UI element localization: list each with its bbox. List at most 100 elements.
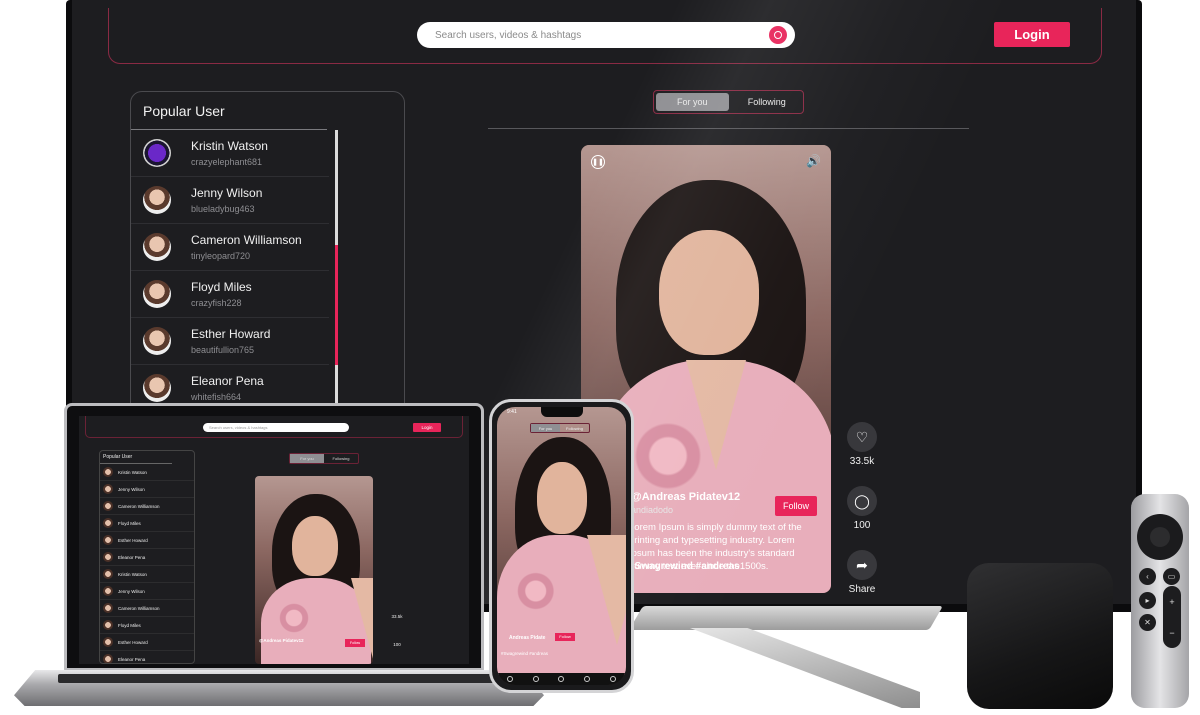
remote-clickpad[interactable]: [1137, 514, 1183, 560]
device-mockup-stage: Search users, videos & hashtags Login Po…: [0, 0, 1200, 715]
laptop-user-item[interactable]: Eleanor Pena: [100, 651, 194, 663]
like-action[interactable]: ♡ 33.5k: [844, 422, 880, 467]
pause-icon[interactable]: ❚❚: [591, 155, 605, 169]
phone-video-username[interactable]: Andreas Pidate: [509, 635, 545, 641]
share-label: Share: [848, 584, 876, 595]
user-list-item[interactable]: Floyd Miles crazyfish228: [131, 271, 329, 318]
avatar: [103, 501, 113, 511]
laptop-user-item[interactable]: Jenny Wilson: [100, 481, 194, 498]
user-list-item[interactable]: Esther Howard beautifullion765: [131, 318, 329, 365]
laptop-search-input[interactable]: Search users, videos & hashtags: [203, 423, 349, 432]
discover-icon[interactable]: [532, 676, 539, 682]
panel-title: Popular User: [143, 103, 225, 119]
user-name: Esther Howard: [191, 327, 271, 341]
laptop-video-username[interactable]: @Andreas Pidatev12: [259, 638, 304, 643]
laptop-follow-button[interactable]: Follow: [345, 639, 365, 647]
tab-for-you[interactable]: For you: [656, 93, 729, 111]
user-list-item[interactable]: Kristin Watson crazyelephant681: [131, 130, 329, 177]
avatar: [143, 374, 171, 402]
user-name: Cameron Williamson: [191, 233, 302, 247]
laptop-user-name: Floyd Miles: [118, 520, 141, 526]
avatar: [103, 552, 113, 562]
heart-icon[interactable]: ♡: [847, 422, 877, 452]
avatar: [143, 327, 171, 355]
search-bar[interactable]: Search users, videos & hashtags: [417, 22, 795, 48]
avatar: [143, 186, 171, 214]
user-handle: beautifullion765: [191, 345, 255, 355]
laptop-user-item[interactable]: Floyd Miles: [100, 617, 194, 634]
phone-tab-for-you[interactable]: For you: [531, 424, 560, 432]
avatar: [143, 139, 171, 167]
laptop-tab-for-you[interactable]: For you: [290, 454, 324, 463]
notification-icon[interactable]: [584, 676, 591, 682]
video-hashtags[interactable]: #Swagrewind #andreas: [629, 561, 740, 572]
laptop-user-name: Eleanor Pena: [118, 554, 146, 560]
laptop-user-item[interactable]: Cameron Williamson: [100, 600, 194, 617]
search-input[interactable]: Search users, videos & hashtags: [435, 30, 769, 41]
user-list-item[interactable]: Cameron Williamson tinyleopard720: [131, 224, 329, 271]
laptop-user-name: Kristin Watson: [118, 469, 147, 475]
tab-following[interactable]: Following: [731, 91, 804, 113]
laptop-user-name: Esther Howard: [118, 639, 148, 645]
avatar: [103, 518, 113, 528]
laptop-user-name: Jenny Wilson: [118, 588, 145, 594]
login-button[interactable]: Login: [994, 22, 1070, 47]
laptop-display: Search users, videos & hashtags Login Po…: [64, 403, 484, 671]
video-username[interactable]: @Andreas Pidatev12: [631, 491, 740, 503]
phone-video-hashtags[interactable]: #Swagrewind #andreas: [501, 651, 548, 656]
status-time: 9:41: [507, 409, 517, 415]
user-handle: whitefish664: [191, 392, 242, 402]
profile-icon[interactable]: [610, 676, 617, 682]
volume-rocker[interactable]: + −: [1163, 586, 1181, 648]
laptop-user-item[interactable]: Esther Howard: [100, 634, 194, 651]
comment-icon[interactable]: ◯: [847, 486, 877, 516]
laptop-user-item[interactable]: Esther Howard: [100, 532, 194, 549]
laptop-user-item[interactable]: Kristin Watson: [100, 464, 194, 481]
laptop-video-player[interactable]: @Andreas Pidatev12 Follow: [255, 476, 373, 664]
laptop-comment-count: 100: [393, 642, 401, 647]
comment-action[interactable]: ◯ 100: [844, 486, 880, 531]
scrollbar-thumb[interactable]: [335, 245, 338, 365]
play-pause-icon[interactable]: ▸: [1139, 592, 1156, 609]
search-icon[interactable]: [769, 26, 787, 44]
scrollbar[interactable]: [335, 130, 338, 420]
add-icon[interactable]: [558, 676, 565, 682]
video-handle: andiadodo: [631, 505, 674, 515]
avatar: [103, 637, 113, 647]
laptop-user-name: Jenny Wilson: [118, 486, 145, 492]
laptop-user-item[interactable]: Eleanor Pena: [100, 549, 194, 566]
laptop-user-item[interactable]: Kristin Watson: [100, 566, 194, 583]
follow-button[interactable]: Follow: [775, 496, 817, 516]
share-icon[interactable]: ➦: [847, 550, 877, 580]
streaming-box: [967, 563, 1113, 709]
phone-bottom-nav: [497, 673, 626, 685]
user-name: Jenny Wilson: [191, 186, 263, 200]
laptop-user-item[interactable]: Jenny Wilson: [100, 583, 194, 600]
phone-feed-tabs: For you Following: [530, 423, 590, 433]
user-handle: blueladybug463: [191, 204, 255, 214]
user-handle: crazyelephant681: [191, 157, 263, 167]
phone-tab-following[interactable]: Following: [560, 424, 589, 432]
popular-user-panel: Popular User Kristin Watson crazyelephan…: [130, 91, 405, 421]
laptop-hinge: [58, 674, 498, 683]
phone-follow-button[interactable]: Follow: [555, 633, 575, 641]
avatar: [103, 586, 113, 596]
speaker-icon[interactable]: 🔊: [806, 154, 821, 168]
share-action[interactable]: ➦ Share: [844, 550, 880, 595]
laptop-user-item[interactable]: Floyd Miles: [100, 515, 194, 532]
laptop-user-name: Esther Howard: [118, 537, 148, 543]
home-icon[interactable]: [506, 676, 513, 682]
laptop-user-item[interactable]: Cameron Williamson: [100, 498, 194, 515]
phone-notch: [541, 407, 583, 417]
mute-icon[interactable]: ✕: [1139, 614, 1156, 631]
laptop-user-name: Eleanor Pena: [118, 656, 146, 662]
laptop-tab-following[interactable]: Following: [324, 454, 358, 463]
user-handle: tinyleopard720: [191, 251, 251, 261]
phone-device: 9:41 For you Following Andreas Pidate Fo…: [489, 399, 634, 693]
tv-icon[interactable]: ▭: [1163, 568, 1180, 585]
back-icon[interactable]: ‹: [1139, 568, 1156, 585]
laptop-login-button[interactable]: Login: [413, 423, 441, 432]
user-list-item[interactable]: Jenny Wilson blueladybug463: [131, 177, 329, 224]
laptop-like-count: 33.5k: [391, 614, 403, 619]
avatar: [143, 233, 171, 261]
